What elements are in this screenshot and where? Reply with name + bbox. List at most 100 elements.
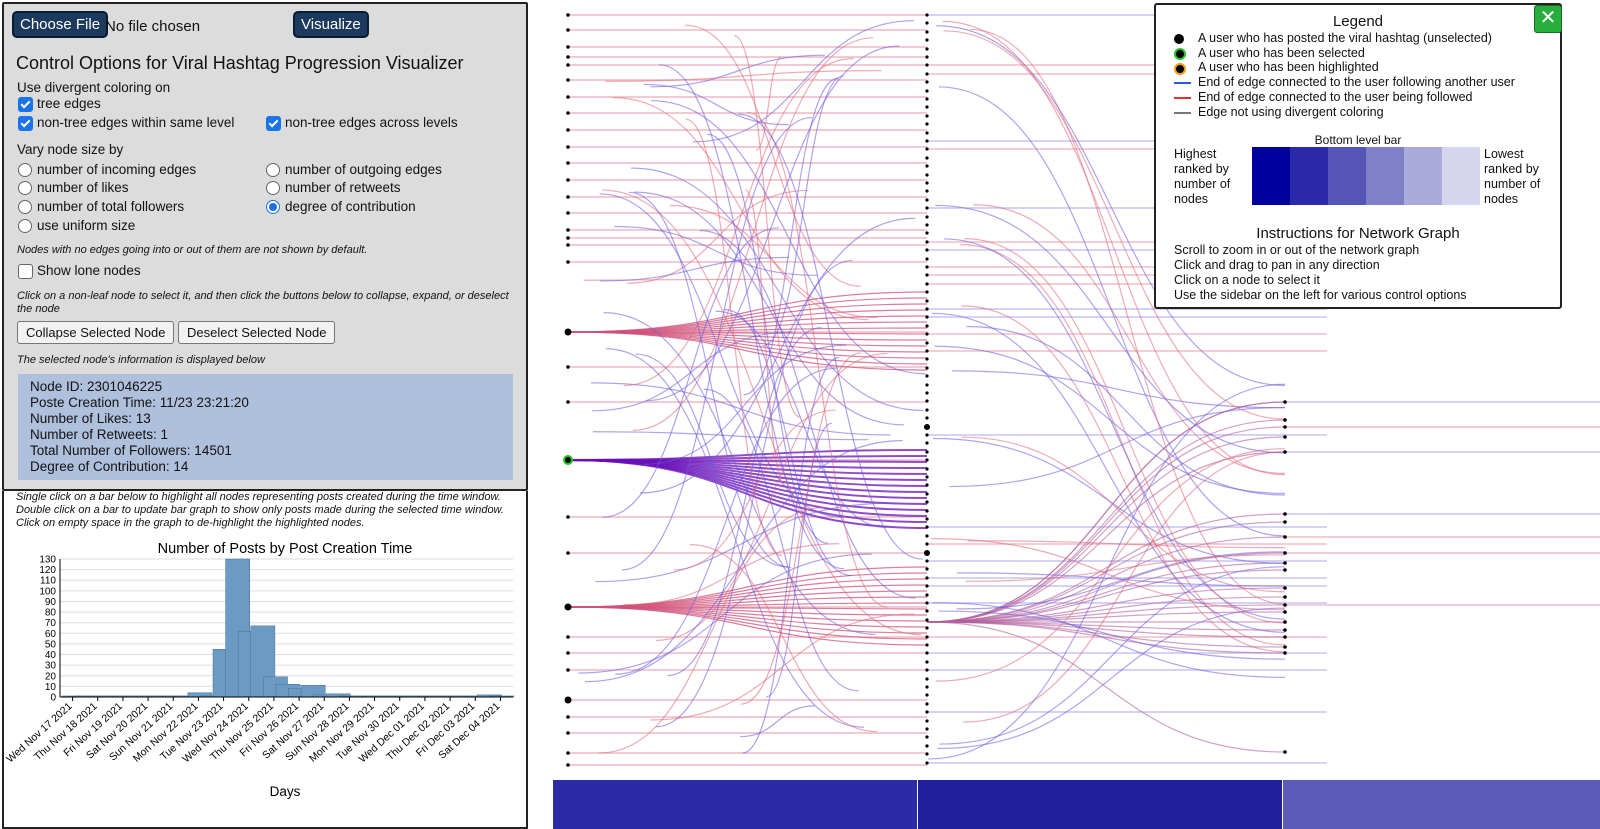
user-node[interactable]	[566, 751, 570, 755]
outgoing-edges-radio[interactable]	[266, 163, 280, 177]
user-node[interactable]	[925, 13, 929, 17]
user-node[interactable]	[566, 551, 570, 555]
user-node[interactable]	[566, 63, 570, 67]
user-node[interactable]	[566, 28, 570, 32]
user-node[interactable]	[925, 450, 929, 454]
user-node[interactable]	[925, 366, 929, 370]
user-node[interactable]	[925, 114, 929, 118]
user-node[interactable]	[925, 89, 929, 93]
user-node[interactable]	[925, 97, 929, 101]
user-node[interactable]	[566, 668, 570, 672]
deselect-selected-node-button[interactable]: Deselect Selected Node	[178, 321, 336, 344]
followers-radio[interactable]	[18, 200, 32, 214]
user-node[interactable]	[925, 80, 929, 84]
user-node[interactable]	[925, 139, 929, 143]
user-node[interactable]	[925, 635, 929, 639]
bottom-bar-segment[interactable]	[553, 780, 917, 829]
user-node[interactable]	[564, 603, 572, 611]
user-node[interactable]	[925, 408, 929, 412]
user-node[interactable]	[925, 441, 929, 445]
user-node[interactable]	[925, 189, 929, 193]
user-node[interactable]	[1283, 645, 1287, 649]
user-node[interactable]	[566, 635, 570, 639]
visualize-button[interactable]: Visualize	[293, 11, 369, 38]
bottom-bar-segment[interactable]	[918, 780, 1282, 829]
user-node[interactable]	[1283, 561, 1287, 565]
user-node[interactable]	[925, 21, 929, 25]
user-node[interactable]	[1283, 595, 1287, 599]
user-node[interactable]	[566, 763, 570, 767]
user-node[interactable]	[566, 13, 570, 17]
bottom-level-bar[interactable]	[553, 780, 1600, 829]
user-node[interactable]	[925, 626, 929, 630]
user-node[interactable]	[564, 696, 572, 704]
user-node[interactable]	[566, 78, 570, 82]
user-node[interactable]	[566, 400, 570, 404]
user-node[interactable]	[1283, 568, 1287, 572]
user-node[interactable]	[925, 215, 929, 219]
user-node[interactable]	[925, 273, 929, 277]
user-node[interactable]	[1283, 418, 1287, 422]
user-node[interactable]	[566, 111, 570, 115]
retweets-radio[interactable]	[266, 181, 280, 195]
user-node[interactable]	[1283, 610, 1287, 614]
user-node[interactable]	[925, 240, 929, 244]
user-node[interactable]	[1283, 520, 1287, 524]
user-node[interactable]	[925, 542, 929, 546]
incoming-edges-radio[interactable]	[18, 163, 32, 177]
user-node[interactable]	[566, 45, 570, 49]
user-node[interactable]	[566, 731, 570, 735]
user-node[interactable]	[1283, 512, 1287, 516]
user-node[interactable]	[925, 63, 929, 67]
user-node[interactable]	[925, 567, 929, 571]
user-node[interactable]	[925, 391, 929, 395]
user-node[interactable]	[925, 584, 929, 588]
user-node[interactable]	[925, 341, 929, 345]
user-node[interactable]	[925, 668, 929, 672]
user-node[interactable]	[925, 509, 929, 513]
user-node[interactable]	[925, 651, 929, 655]
user-node[interactable]	[925, 206, 929, 210]
user-node[interactable]	[925, 593, 929, 597]
user-node[interactable]	[925, 257, 929, 261]
user-node[interactable]	[566, 260, 570, 264]
user-node[interactable]	[925, 349, 929, 353]
user-node[interactable]	[925, 72, 929, 76]
close-legend-button[interactable]: ✕	[1534, 5, 1562, 33]
user-node[interactable]	[1283, 435, 1287, 439]
user-node[interactable]	[925, 131, 929, 135]
user-node[interactable]	[1283, 400, 1287, 404]
user-node[interactable]	[925, 198, 929, 202]
user-node[interactable]	[925, 231, 929, 235]
user-node[interactable]	[925, 147, 929, 151]
user-node[interactable]	[566, 95, 570, 99]
user-node[interactable]	[1283, 450, 1287, 454]
user-node[interactable]	[925, 55, 929, 59]
user-node[interactable]	[1283, 425, 1287, 429]
user-node[interactable]	[925, 265, 929, 269]
user-node[interactable]	[925, 601, 929, 605]
same-level-checkbox[interactable]	[18, 116, 33, 131]
user-node[interactable]	[925, 719, 929, 723]
user-node[interactable]	[566, 145, 570, 149]
user-node[interactable]	[925, 122, 929, 126]
user-node[interactable]	[925, 282, 929, 286]
user-node[interactable]	[925, 38, 929, 42]
user-node[interactable]	[566, 211, 570, 215]
user-node[interactable]	[925, 500, 929, 504]
show-lone-nodes-checkbox[interactable]	[18, 264, 33, 279]
user-node[interactable]	[925, 299, 929, 303]
user-node[interactable]	[925, 324, 929, 328]
user-node[interactable]	[1283, 628, 1287, 632]
user-node[interactable]	[1283, 535, 1287, 539]
user-node[interactable]	[566, 365, 570, 369]
user-node[interactable]	[925, 643, 929, 647]
user-node[interactable]	[925, 181, 929, 185]
user-node[interactable]	[925, 357, 929, 361]
user-node[interactable]	[925, 30, 929, 34]
collapse-selected-node-button[interactable]: Collapse Selected Node	[17, 321, 175, 344]
user-node[interactable]	[566, 243, 570, 247]
user-node[interactable]	[564, 328, 572, 336]
user-node[interactable]	[925, 609, 929, 613]
user-node[interactable]	[925, 332, 929, 336]
